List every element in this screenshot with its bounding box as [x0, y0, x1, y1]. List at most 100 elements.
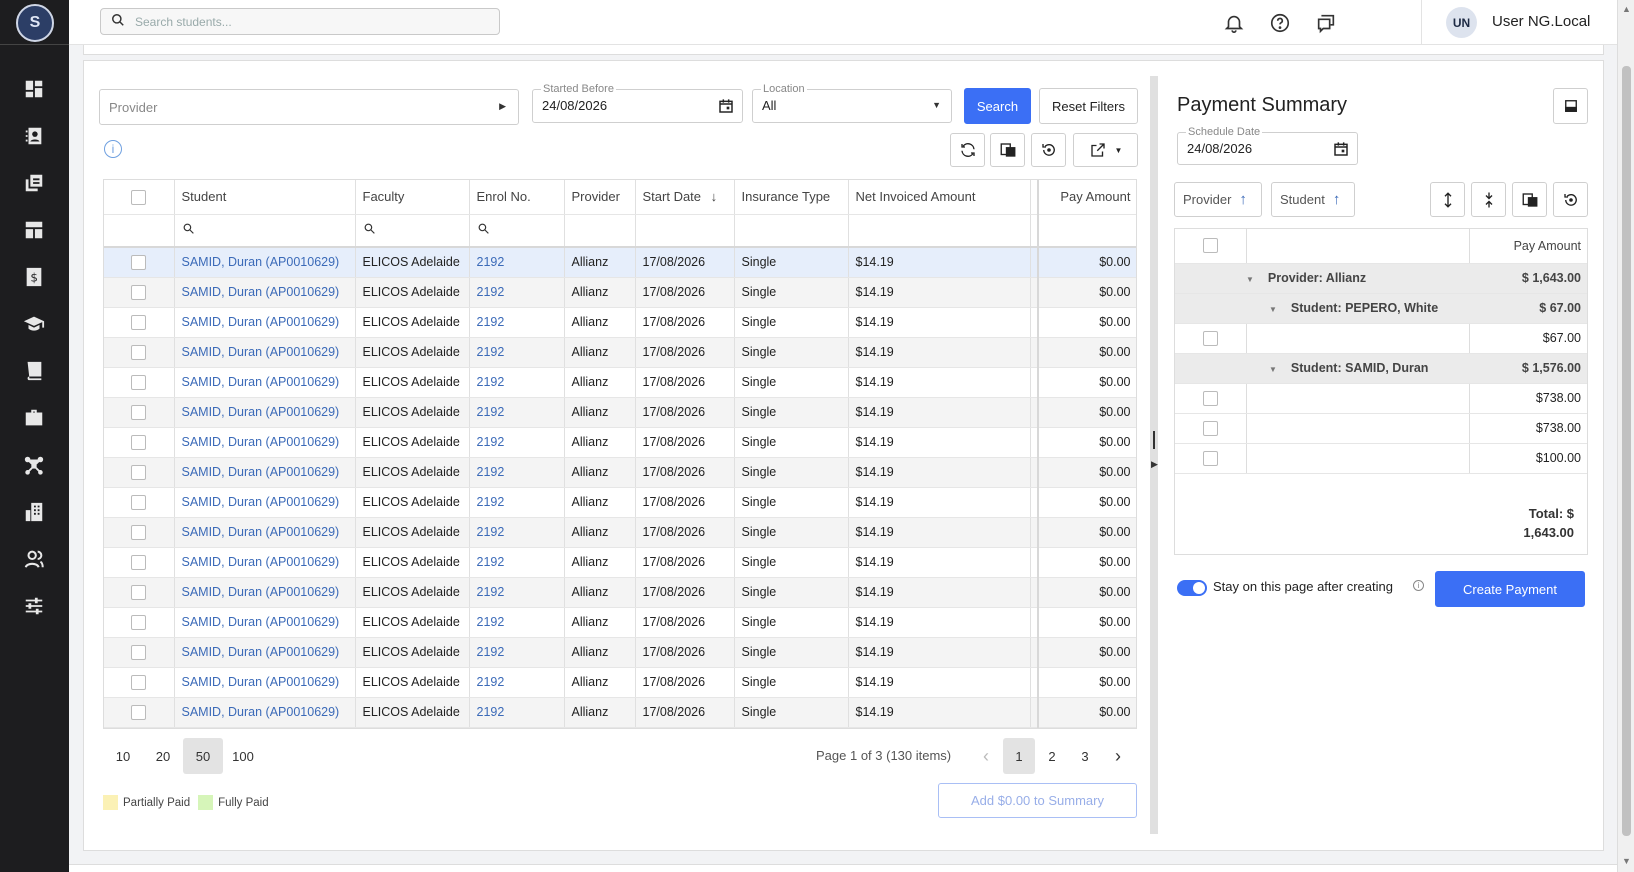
enrol-cell[interactable]: 2192 — [469, 367, 565, 398]
panel-splitter[interactable]: ▶ — [1150, 76, 1158, 834]
student-cell[interactable]: SAMID, Duran (AP0010629) — [174, 487, 356, 518]
provider-filter-cell[interactable] — [564, 214, 636, 248]
scroll-thumb[interactable] — [1622, 66, 1631, 836]
col-insurance[interactable]: Insurance Type — [734, 180, 849, 215]
table-row[interactable]: SAMID, Duran (AP0010629) ELICOS Adelaide 2… — [104, 337, 1136, 368]
splitter-grip[interactable] — [1153, 431, 1155, 449]
row-checkbox[interactable] — [131, 644, 147, 660]
reset-filters-button[interactable]: Reset Filters — [1039, 88, 1138, 124]
col-net-invoiced[interactable]: Net Invoiced Amount — [848, 180, 1031, 215]
group-chip-student[interactable]: Student ↑ — [1271, 182, 1355, 217]
row-checkbox[interactable] — [131, 404, 147, 420]
started-before-field[interactable]: Started Before 24/08/2026 — [532, 83, 743, 123]
col-start-date[interactable]: Start Date ↓ — [635, 180, 735, 215]
row-checkbox[interactable] — [131, 554, 147, 570]
contacts-icon[interactable] — [20, 122, 48, 150]
graduation-cap-icon[interactable] — [20, 310, 48, 338]
table-row[interactable]: SAMID, Duran (AP0010629) ELICOS Adelaide 2… — [104, 487, 1136, 518]
provider-filter[interactable]: Provider ▶ — [99, 89, 519, 125]
calendar-icon[interactable] — [1333, 141, 1349, 160]
student-cell[interactable]: SAMID, Duran (AP0010629) — [174, 397, 356, 428]
student-cell[interactable]: SAMID, Duran (AP0010629) — [174, 427, 356, 458]
group-chip-provider[interactable]: Provider ↑ — [1174, 182, 1262, 217]
enrol-cell[interactable]: 2192 — [469, 697, 565, 728]
row-select-cell[interactable] — [104, 607, 175, 638]
calendar-icon[interactable] — [718, 98, 734, 117]
summary-row-checkbox[interactable] — [1202, 330, 1218, 346]
help-icon[interactable] — [1269, 12, 1291, 34]
summary-reset-button[interactable] — [1553, 182, 1588, 217]
collapse-all-button[interactable] — [1471, 182, 1506, 217]
student-cell[interactable]: SAMID, Duran (AP0010629) — [174, 457, 356, 488]
prev-page-icon[interactable]: ‹ — [970, 738, 1002, 774]
summary-row-checkbox[interactable] — [1202, 390, 1218, 406]
table-row[interactable]: SAMID, Duran (AP0010629) ELICOS Adelaide 2… — [104, 367, 1136, 398]
row-select-cell[interactable] — [104, 577, 175, 608]
column-chooser-button[interactable] — [990, 133, 1025, 167]
summary-col-pay-amount[interactable]: Pay Amount — [1469, 229, 1587, 264]
summary-row-select-cell[interactable] — [1175, 413, 1247, 444]
row-checkbox[interactable] — [131, 524, 147, 540]
row-checkbox[interactable] — [131, 314, 147, 330]
caret-down-icon[interactable]: ▼ — [1246, 275, 1254, 284]
table-row[interactable]: SAMID, Duran (AP0010629) ELICOS Adelaide 2… — [104, 577, 1136, 608]
student-cell[interactable]: SAMID, Duran (AP0010629) — [174, 547, 356, 578]
page-size-50[interactable]: 50 — [183, 738, 223, 774]
faculty-filter[interactable] — [355, 214, 470, 248]
insurance-filter-cell[interactable] — [734, 214, 849, 248]
enrol-cell[interactable]: 2192 — [469, 457, 565, 488]
table-row[interactable]: SAMID, Duran (AP0010629) ELICOS Adelaide 2… — [104, 247, 1136, 278]
next-page-icon[interactable]: › — [1102, 738, 1134, 774]
sliders-icon[interactable] — [20, 592, 48, 620]
table-row[interactable]: SAMID, Duran (AP0010629) ELICOS Adelaide 2… — [104, 607, 1136, 638]
table-row[interactable]: SAMID, Duran (AP0010629) ELICOS Adelaide 2… — [104, 277, 1136, 308]
table-row[interactable]: SAMID, Duran (AP0010629) ELICOS Adelaide 2… — [104, 667, 1136, 698]
table-row[interactable]: SAMID, Duran (AP0010629) ELICOS Adelaide 2… — [104, 427, 1136, 458]
enrol-cell[interactable]: 2192 — [469, 397, 565, 428]
info-icon[interactable]: i — [1413, 580, 1424, 591]
page-2[interactable]: 2 — [1036, 738, 1068, 774]
page-size-100[interactable]: 100 — [223, 738, 263, 774]
building-icon[interactable] — [20, 498, 48, 526]
enrol-cell[interactable]: 2192 — [469, 337, 565, 368]
sort-desc-icon[interactable]: ↓ — [711, 189, 718, 204]
row-select-cell[interactable] — [104, 697, 175, 728]
row-select-cell[interactable] — [104, 637, 175, 668]
row-checkbox[interactable] — [131, 674, 147, 690]
student-cell[interactable]: SAMID, Duran (AP0010629) — [174, 637, 356, 668]
select-all-cell[interactable] — [104, 180, 175, 215]
student-cell[interactable]: SAMID, Duran (AP0010629) — [174, 247, 356, 278]
enrol-cell[interactable]: 2192 — [469, 427, 565, 458]
enrol-cell[interactable]: 2192 — [469, 667, 565, 698]
enrol-cell[interactable]: 2192 — [469, 487, 565, 518]
search-button[interactable]: Search — [964, 88, 1031, 124]
table-row[interactable]: SAMID, Duran (AP0010629) ELICOS Adelaide 2… — [104, 397, 1136, 428]
row-checkbox[interactable] — [131, 344, 147, 360]
row-checkbox[interactable] — [131, 374, 147, 390]
summary-group-label-cell[interactable]: ▼ Provider: Allianz — [1246, 263, 1469, 294]
caret-right-icon[interactable]: ▶ — [1151, 459, 1158, 470]
table-row[interactable]: SAMID, Duran (AP0010629) ELICOS Adelaide 2… — [104, 457, 1136, 488]
start-filter-cell[interactable] — [635, 214, 735, 248]
reset-layout-button[interactable] — [1031, 133, 1066, 167]
summary-student-group-row[interactable]: ▼ Student: PEPERO, White $ 67.00 — [1175, 293, 1587, 324]
expand-all-button[interactable] — [1430, 182, 1465, 217]
student-cell[interactable]: SAMID, Duran (AP0010629) — [174, 697, 356, 728]
summary-item-row[interactable]: $100.00 — [1175, 443, 1587, 474]
summary-row-select-cell[interactable] — [1175, 443, 1247, 474]
net-filter-cell[interactable] — [848, 214, 1031, 248]
pay-filter-cell[interactable] — [1038, 214, 1136, 248]
create-payment-button[interactable]: Create Payment — [1435, 571, 1585, 607]
row-select-cell[interactable] — [104, 667, 175, 698]
table-row[interactable]: SAMID, Duran (AP0010629) ELICOS Adelaide 2… — [104, 517, 1136, 548]
export-button[interactable]: ▼ — [1073, 133, 1138, 167]
row-select-cell[interactable] — [104, 337, 175, 368]
enrol-cell[interactable]: 2192 — [469, 517, 565, 548]
add-to-summary-button[interactable]: Add $0.00 to Summary — [938, 783, 1137, 818]
location-select[interactable]: Location All ▼ — [752, 83, 952, 123]
student-cell[interactable]: SAMID, Duran (AP0010629) — [174, 277, 356, 308]
student-search[interactable] — [100, 8, 500, 35]
student-cell[interactable]: SAMID, Duran (AP0010629) — [174, 607, 356, 638]
page-size-20[interactable]: 20 — [143, 738, 183, 774]
dashboard-icon[interactable] — [20, 75, 48, 103]
